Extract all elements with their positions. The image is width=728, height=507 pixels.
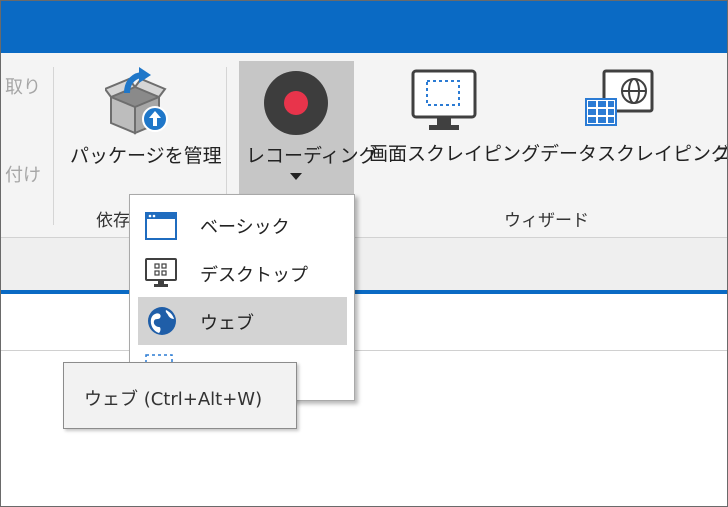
screen-scraping-button[interactable]: 画面スクレイピング — [361, 61, 540, 181]
wizards-group-label: ウィザード — [504, 211, 589, 231]
cut-off-label-top: 取り — [5, 77, 41, 98]
cut-off-button-label[interactable]: ユ — [715, 139, 727, 166]
manage-packages-button[interactable]: パッケージを管理 — [65, 59, 222, 179]
screen-scraping-label: 画面スクレイピング — [369, 143, 541, 165]
package-box-icon — [105, 67, 168, 135]
menu-item-label: デスクトップ — [200, 265, 308, 286]
data-scraping-label: データスクレイピング — [540, 143, 728, 165]
menu-item-web[interactable]: ウェブ — [138, 297, 347, 345]
globe-icon — [148, 307, 176, 335]
menu-item-desktop[interactable]: デスクトップ — [130, 249, 354, 297]
ribbon: 取り 付け パッケージを管理 依存 レコーディング 画面スクレイピング データス… — [1, 53, 727, 245]
screen-scraping-icon — [411, 69, 477, 130]
accent-line — [1, 290, 727, 294]
ribbon-separator — [53, 67, 54, 225]
window-icon — [145, 212, 177, 240]
recording-label: レコーディング — [246, 145, 378, 167]
menu-item-basic[interactable]: ベーシック — [130, 201, 354, 249]
tooltip-text: ウェブ (Ctrl+Alt+W) — [84, 389, 263, 410]
chevron-down-icon — [290, 173, 302, 180]
menu-item-label: ベーシック — [200, 217, 290, 238]
monitor-icon — [145, 258, 177, 287]
content-divider — [1, 350, 727, 351]
data-scraping-button[interactable]: データスクレイピング — [536, 61, 727, 181]
application-window: 取り 付け パッケージを管理 依存 レコーディング 画面スクレイピング データス… — [0, 0, 728, 507]
menu-item-label: ウェブ — [200, 313, 254, 334]
tooltip: ウェブ (Ctrl+Alt+W) — [63, 362, 297, 429]
cut-off-label-bottom: 付け — [5, 165, 41, 186]
dependencies-group-label: 依存 — [96, 211, 130, 231]
manage-packages-label: パッケージを管理 — [70, 145, 222, 167]
ribbon-lower-strip — [1, 238, 727, 290]
record-icon — [264, 71, 328, 135]
data-scraping-icon — [585, 69, 654, 126]
title-bar — [1, 1, 727, 53]
